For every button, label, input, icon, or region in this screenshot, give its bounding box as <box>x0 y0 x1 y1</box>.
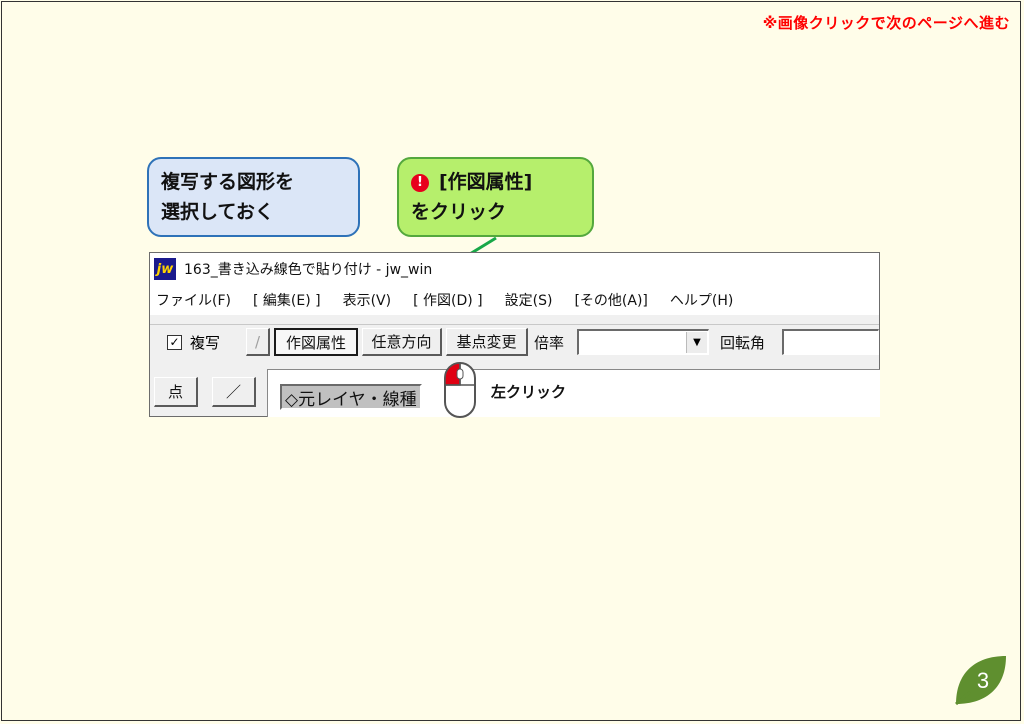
copy-toolbar: ✓ 複写 / 作図属性 任意方向 基点変更 倍率 ▼ 回転角 <box>150 324 879 361</box>
menu-view[interactable]: 表示(V) <box>343 290 392 310</box>
menu-other[interactable]: [その他(A)] <box>574 290 647 310</box>
callout-line: [作図属性] <box>439 171 533 193</box>
window-title: 163_書き込み線色で貼り付け - jw_win <box>184 262 433 278</box>
callout-line: をクリック <box>411 201 507 223</box>
click-attr-callout: ! [作図属性] をクリック <box>397 157 594 237</box>
status-area: ◇元レイヤ・線種 <box>267 369 880 417</box>
menu-bar: ファイル(F) [ 編集(E) ] 表示(V) [ 作図(D) ] 設定(S) … <box>150 285 879 315</box>
scale-label: 倍率 <box>534 334 565 352</box>
page-number: 3 <box>977 668 989 693</box>
page-number-leaf-icon[interactable]: 3 <box>952 652 1008 708</box>
copy-label: 複写 <box>190 333 221 352</box>
step-badge-icon: ! <box>411 174 429 192</box>
point-button[interactable]: 点 <box>154 377 198 407</box>
checkbox-check-icon[interactable]: ✓ <box>167 334 182 350</box>
chevron-down-icon[interactable]: ▼ <box>686 332 707 353</box>
jw-app-icon: jw <box>154 258 176 280</box>
any-direction-button[interactable]: 任意方向 <box>362 328 442 356</box>
original-layer-linetype-button[interactable]: ◇元レイヤ・線種 <box>280 384 422 410</box>
slash-button[interactable]: / <box>246 328 270 356</box>
next-page-note[interactable]: ※画像クリックで次のページへ進む <box>763 12 1010 33</box>
menu-draw[interactable]: [ 作図(D) ] <box>413 290 483 310</box>
callout-line: 選択しておく <box>161 201 274 223</box>
menu-help[interactable]: ヘルプ(H) <box>670 290 733 310</box>
rotation-input[interactable] <box>782 329 879 355</box>
callout-line: 複写する図形を <box>161 171 295 193</box>
menu-settings[interactable]: 設定(S) <box>505 290 553 310</box>
line-button[interactable]: ／ <box>212 377 256 407</box>
menu-file[interactable]: ファイル(F) <box>156 290 231 310</box>
copy-checkbox[interactable]: ✓ 複写 <box>167 329 220 355</box>
title-bar: jw 163_書き込み線色で貼り付け - jw_win <box>150 253 879 285</box>
select-shape-callout: 複写する図形を 選択しておく <box>147 157 360 237</box>
left-click-label: 左クリック <box>491 383 567 401</box>
menu-edit[interactable]: [ 編集(E) ] <box>253 290 321 310</box>
scale-select[interactable]: ▼ <box>577 329 709 355</box>
rotation-label: 回転角 <box>720 334 766 352</box>
change-base-button[interactable]: 基点変更 <box>446 328 528 356</box>
mouse-left-click-icon <box>444 362 476 418</box>
draw-attr-button[interactable]: 作図属性 <box>274 328 358 356</box>
